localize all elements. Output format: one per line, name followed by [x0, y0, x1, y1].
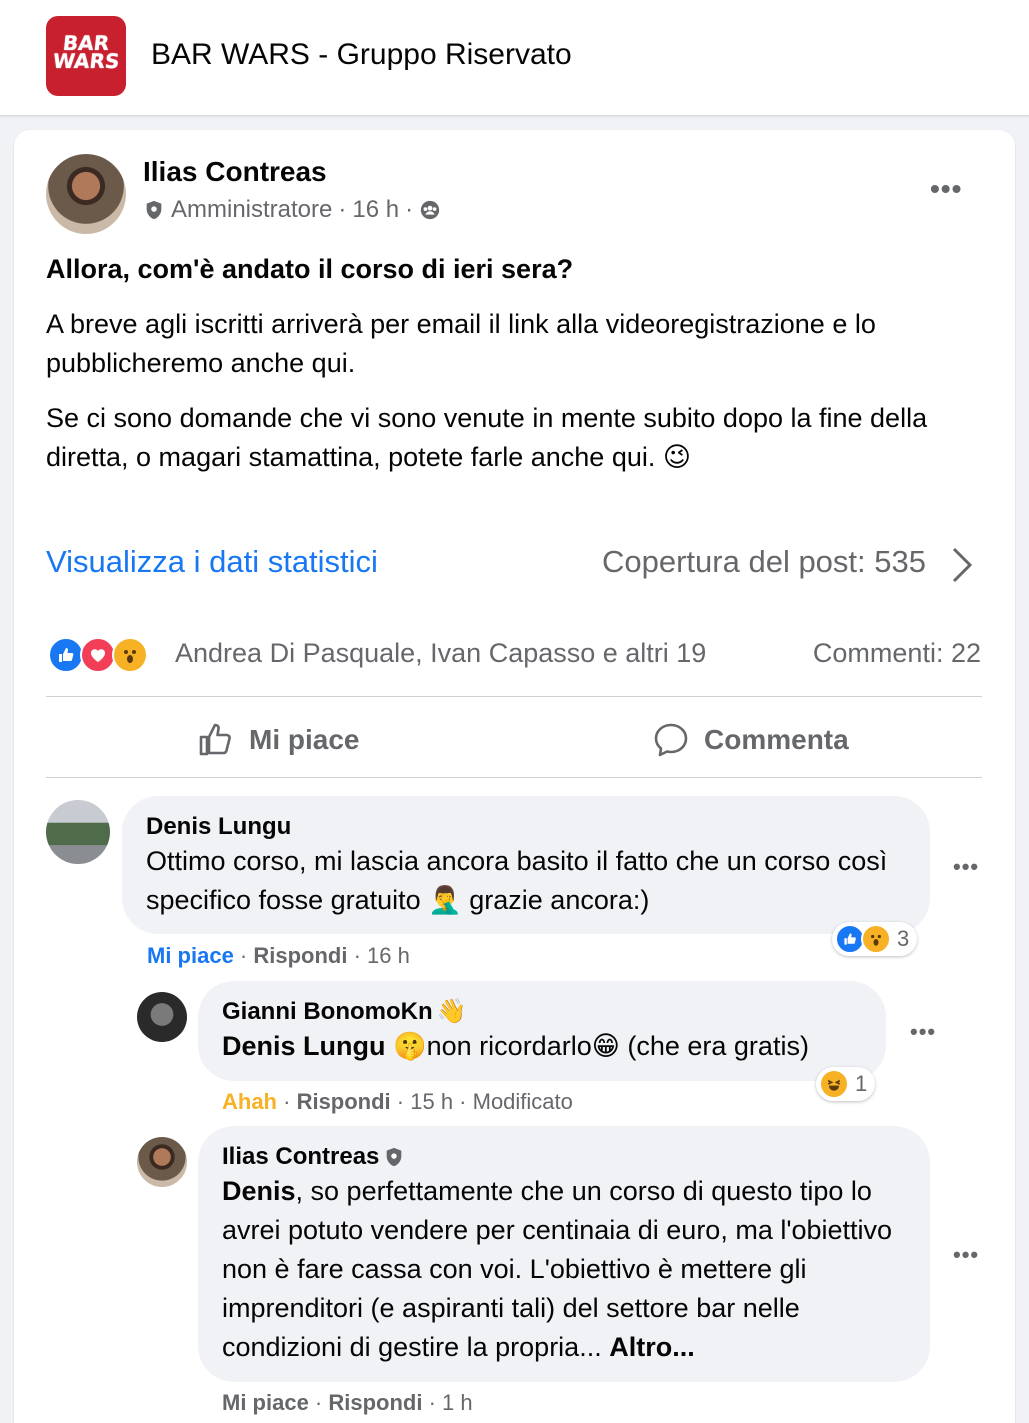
wow-reaction-icon	[112, 637, 148, 673]
comment-options-icon[interactable]: •••	[953, 856, 979, 878]
comment-reactions[interactable]: 1	[816, 1067, 876, 1101]
commenter-name[interactable]: Ilias Contreas	[222, 1142, 379, 1172]
comments-count[interactable]: Commenti: 22	[813, 638, 981, 669]
post-time[interactable]: 16 h	[352, 196, 399, 224]
comment-time[interactable]: 15 h	[410, 1089, 453, 1114]
divider	[46, 696, 982, 697]
admin-shield-icon	[146, 200, 162, 220]
group-logo[interactable]: BAR WARS	[46, 16, 126, 96]
comment-text: , so perfettamente che un corso di quest…	[222, 1176, 893, 1362]
post-options-icon[interactable]: •••	[930, 175, 962, 203]
like-button-label: Mi piace	[249, 724, 360, 755]
meta-separator: ·	[338, 196, 347, 223]
thumbs-up-icon	[199, 723, 231, 756]
haha-reaction-icon	[819, 1069, 849, 1099]
author-name[interactable]: Ilias Contreas	[143, 156, 327, 188]
comment-text-row: Denis Lungu 🤫non ricordarlo😁 (che era gr…	[222, 1027, 862, 1066]
post-reach[interactable]: Copertura del post: 535	[602, 544, 926, 580]
author-avatar[interactable]	[46, 154, 126, 234]
group-header: BAR WARS BAR WARS - Gruppo Riservato	[0, 0, 1029, 116]
commenter-avatar[interactable]	[137, 1137, 187, 1187]
meta-separator: ·	[405, 196, 414, 223]
comment-button[interactable]: Commenta	[652, 715, 849, 765]
comment-text: 🤫non ricordarlo😁 (che era gratis)	[393, 1031, 809, 1061]
reaction-count: 3	[897, 926, 910, 951]
wow-reaction-icon	[861, 924, 891, 954]
comment-haha-button[interactable]: Ahah	[222, 1089, 277, 1114]
edited-label[interactable]: Modificato	[473, 1089, 573, 1114]
reaction-count: 1	[855, 1071, 868, 1096]
post-paragraph-2: Se ci sono domande che vi sono venute in…	[46, 403, 928, 472]
post-paragraph-1: A breve agli iscritti arriverà per email…	[46, 309, 876, 378]
commenter-name[interactable]: Denis Lungu	[146, 812, 906, 842]
comment-time[interactable]: 1 h	[442, 1390, 473, 1415]
group-title[interactable]: BAR WARS - Gruppo Riservato	[151, 38, 572, 72]
view-insights-link[interactable]: Visualizza i dati statistici	[46, 544, 378, 580]
reply-button[interactable]: Rispondi	[328, 1390, 422, 1415]
chevron-right-icon[interactable]	[946, 545, 976, 585]
commenter-name-row: Gianni BonomoKn 👋	[222, 997, 862, 1027]
comment-bubble: Gianni BonomoKn 👋 Denis Lungu 🤫non ricor…	[198, 981, 886, 1081]
comment-time[interactable]: 16 h	[367, 943, 410, 968]
comment-actions: Mi piace · Rispondi · 16 h	[147, 943, 410, 968]
comment-like-button[interactable]: Mi piace	[147, 943, 234, 968]
commenter-name[interactable]: Gianni BonomoKn	[222, 997, 433, 1027]
like-reaction-icon	[48, 637, 84, 673]
comment-mention[interactable]: Denis	[222, 1176, 296, 1206]
reactions-names[interactable]: Andrea Di Pasquale, Ivan Capasso e altri…	[175, 638, 706, 669]
comment-reactions[interactable]: 3	[832, 922, 918, 956]
logo-line2: WARS	[51, 48, 121, 73]
comment-bubble: Denis Lungu Ottimo corso, mi lascia anco…	[122, 796, 930, 934]
comment-mention[interactable]: Denis Lungu	[222, 1031, 386, 1061]
like-button[interactable]: Mi piace	[197, 715, 359, 765]
comment-actions: Ahah · Rispondi · 15 h · Modificato	[222, 1089, 573, 1114]
group-members-icon	[420, 200, 440, 220]
author-role: Amministratore	[171, 196, 333, 223]
commenter-name-row: Ilias Contreas	[222, 1142, 906, 1172]
comment-options-icon[interactable]: •••	[910, 1021, 936, 1043]
logo-tagline	[85, 73, 86, 79]
comment-text-row: Denis, so perfettamente che un corso di …	[222, 1172, 906, 1367]
comment-like-button[interactable]: Mi piace	[222, 1390, 309, 1415]
reply-button[interactable]: Rispondi	[297, 1089, 391, 1114]
commenter-avatar[interactable]	[46, 800, 110, 864]
comment-options-icon[interactable]: •••	[953, 1244, 979, 1266]
commenter-avatar[interactable]	[137, 992, 187, 1042]
see-more-link[interactable]: Altro...	[609, 1332, 695, 1362]
comment-actions: Mi piace · Rispondi · 1 h	[222, 1390, 473, 1415]
comment-button-label: Commenta	[704, 724, 849, 755]
comment-text: Ottimo corso, mi lascia ancora basito il…	[146, 846, 888, 915]
comment-bubble-icon	[654, 723, 688, 757]
comment-bubble: Ilias Contreas Denis, so perfettamente c…	[198, 1126, 930, 1382]
post-headline: Allora, com'è andato il corso di ieri se…	[46, 254, 574, 284]
love-reaction-icon	[80, 637, 116, 673]
reaction-icons[interactable]	[48, 636, 148, 674]
admin-shield-icon	[387, 1147, 402, 1167]
wave-emoji: 👋	[436, 998, 467, 1025]
divider	[46, 777, 982, 778]
reply-button[interactable]: Rispondi	[253, 943, 347, 968]
post-meta: Amministratore · 16 h ·	[143, 196, 441, 224]
